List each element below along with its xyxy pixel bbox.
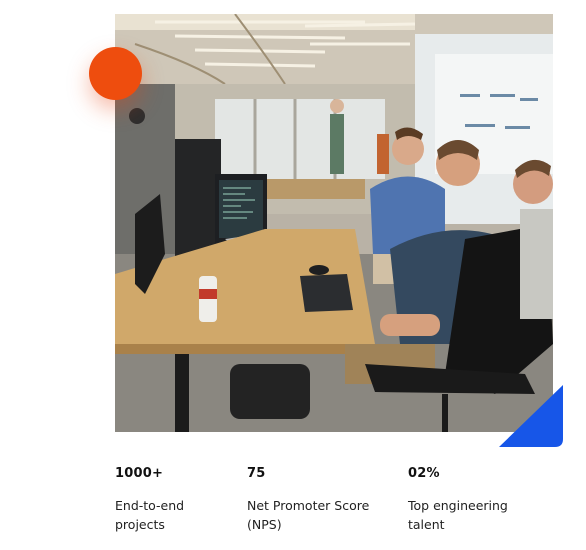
stat-nps: 75 Net Promoter Score (NPS)	[247, 466, 387, 534]
stat-value: 1000+	[115, 466, 164, 481]
stat-label-line1: End-to-end	[115, 498, 185, 513]
office-team-photo	[115, 14, 553, 432]
stat-value: 02%	[408, 466, 440, 481]
stats-section: 1000+ End-to-end projects 75 Net Promote…	[0, 0, 586, 550]
stat-label-line2: talent	[408, 517, 445, 532]
stat-talent: 02% Top engineering talent	[408, 466, 538, 534]
blue-corner-triangle-icon	[499, 385, 563, 447]
stat-value: 75	[247, 466, 266, 481]
stat-label-line1: Top engineering	[408, 498, 508, 513]
stat-label-line2: projects	[115, 517, 165, 532]
stat-label-line2: (NPS)	[247, 517, 282, 532]
orange-circle-icon	[89, 47, 142, 100]
stat-label-line1: Net Promoter Score	[247, 498, 370, 513]
stat-projects: 1000+ End-to-end projects	[115, 466, 225, 534]
